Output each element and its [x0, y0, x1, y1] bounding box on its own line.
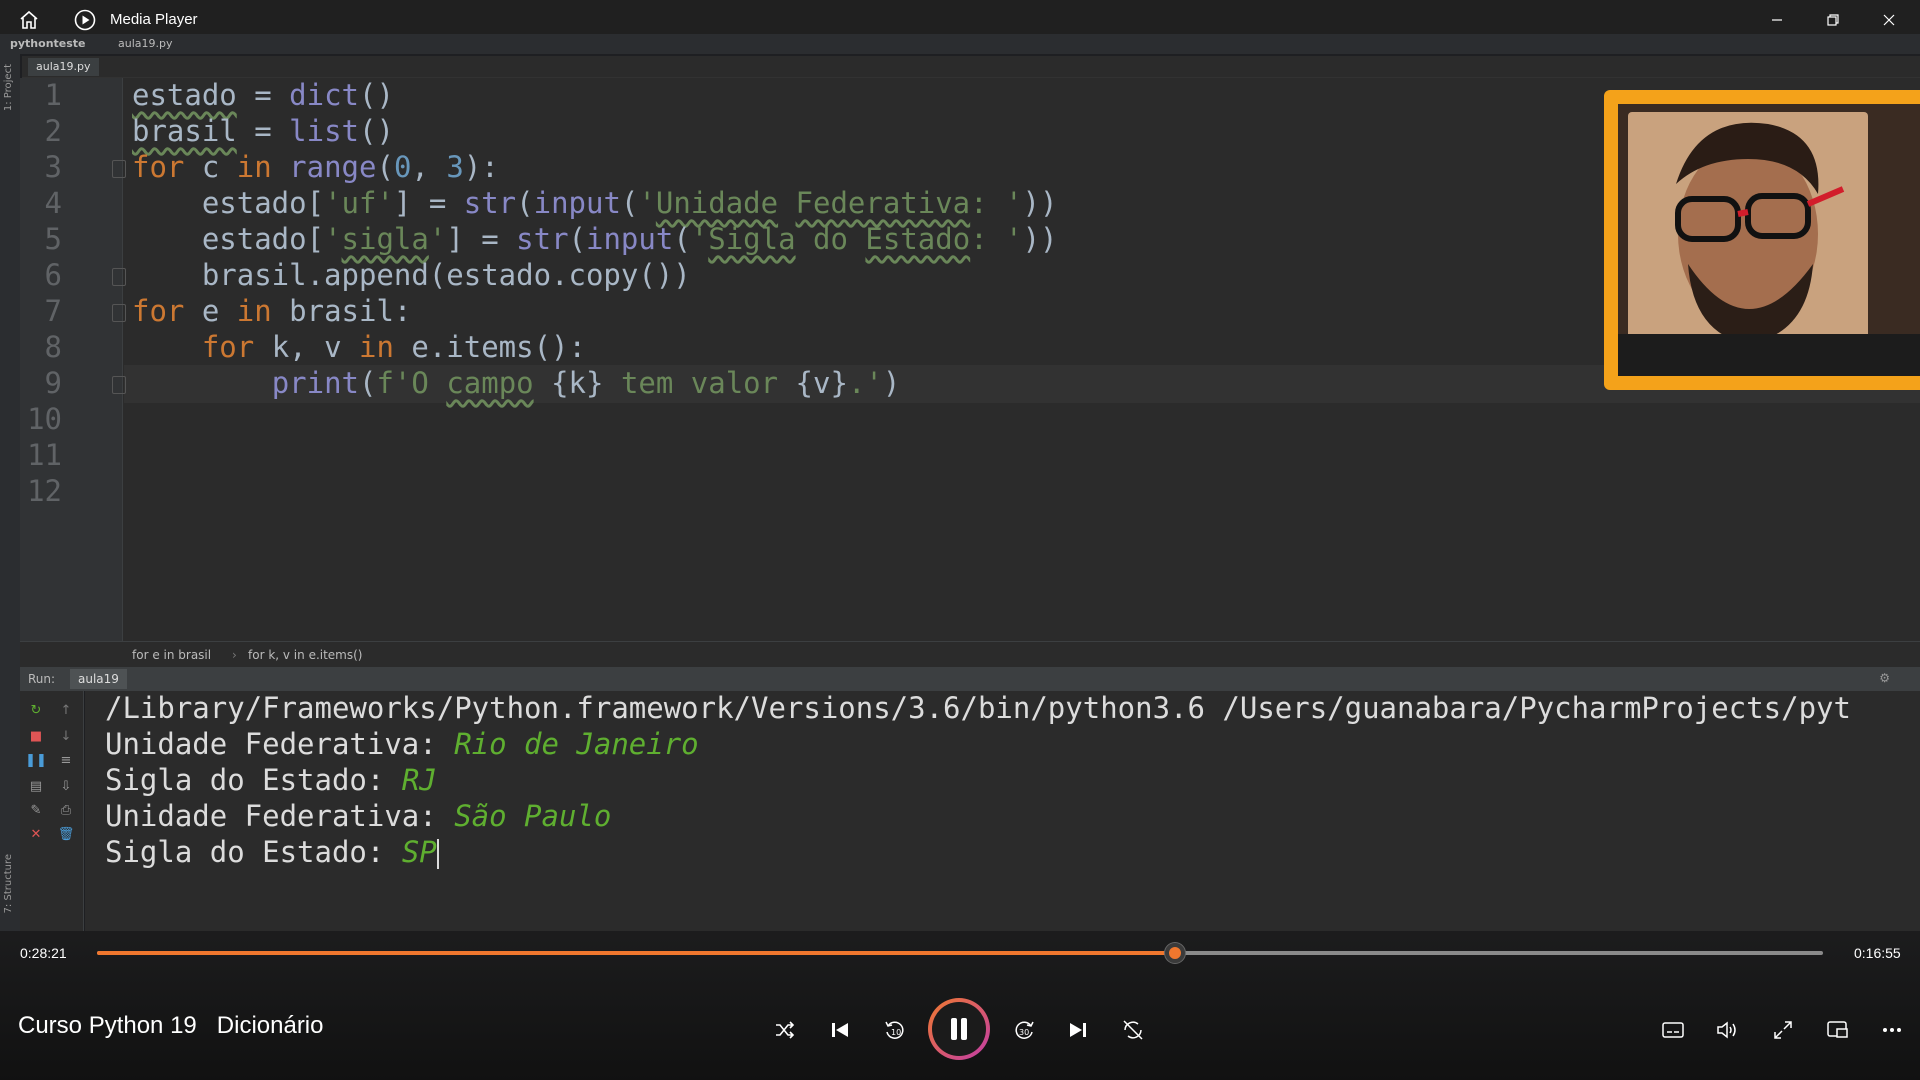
console-input: Rio de Janeiro — [454, 727, 699, 761]
subtitles-icon[interactable] — [1655, 1012, 1691, 1048]
code-line-8: for k, v in e.items(): — [201, 330, 586, 364]
shuffle-icon[interactable] — [767, 1012, 803, 1048]
next-icon[interactable] — [1060, 1012, 1096, 1048]
left-tool-strip: 1: Project 7: Structure — [0, 54, 20, 1024]
fullscreen-icon[interactable] — [1765, 1012, 1801, 1048]
line-number: 9 — [44, 366, 62, 400]
line-number: 3 — [44, 150, 62, 184]
editor-tabs: aula19.py — [22, 56, 1920, 78]
line-number: 1 — [44, 78, 62, 112]
console-line: Unidade Federativa: Rio de Janeiro — [105, 727, 699, 761]
tab-aula19[interactable]: aula19.py — [28, 58, 99, 76]
line-number: 5 — [44, 222, 62, 256]
console-prompt: Sigla do Estado: — [105, 835, 402, 869]
volume-icon[interactable] — [1710, 1012, 1746, 1048]
text-caret — [436, 839, 439, 869]
run-label: Run: — [28, 672, 56, 686]
code-line-5: estado['sigla'] = str(input('Sigla do Es… — [132, 222, 1058, 256]
svg-text:10: 10 — [891, 1028, 901, 1037]
svg-text:30: 30 — [1019, 1028, 1029, 1037]
run-panel-header: Run: aula19 ⚙ — [20, 667, 1920, 691]
scroll-to-end-icon[interactable]: ⇩ — [56, 777, 76, 795]
breadcrumb-item[interactable]: for k, v in e.items() — [248, 648, 363, 662]
code-line-1: estado = dict() — [132, 78, 394, 112]
scroll-down-icon[interactable]: ↓ — [56, 727, 76, 745]
repeat-off-icon[interactable] — [1115, 1012, 1151, 1048]
line-number: 7 — [44, 294, 62, 328]
fold-marker-icon[interactable] — [112, 304, 126, 322]
project-tool-label[interactable]: 1: Project — [3, 64, 14, 111]
console-prompt: Sigla do Estado: — [105, 763, 402, 797]
pause-button[interactable] — [928, 998, 990, 1060]
remaining-time: 0:16:55 — [1854, 945, 1901, 961]
file-breadcrumb[interactable]: aula19.py — [118, 37, 173, 50]
line-number: 11 — [27, 438, 62, 472]
window-title: Media Player — [110, 11, 198, 28]
console-input: SP — [401, 835, 437, 869]
code-breadcrumbs: for e in brasil › for k, v in e.items() — [20, 641, 1920, 667]
presenter-image — [1618, 122, 1920, 376]
dump-threads-icon[interactable]: ▤ — [26, 777, 46, 795]
breadcrumb-separator: › — [232, 648, 237, 662]
presenter-video — [1618, 104, 1920, 376]
fold-marker-icon[interactable] — [112, 160, 126, 178]
code-line-7: for e in brasil: — [132, 294, 412, 328]
media-title: Curso Python 19 Dicionário — [18, 1012, 324, 1039]
stop-icon[interactable]: ■ — [26, 727, 46, 745]
run-console[interactable]: /Library/Frameworks/Python.framework/Ver… — [85, 691, 1920, 931]
structure-tool-label[interactable]: 7: Structure — [3, 854, 14, 913]
code-line-9: print(f'O campo {k} tem valor {v}.') — [271, 366, 901, 400]
fold-marker-icon[interactable] — [112, 376, 126, 394]
forward-30-icon[interactable]: 30 — [1006, 1012, 1042, 1048]
line-number: 8 — [44, 330, 62, 364]
rerun-icon[interactable]: ↻ — [26, 701, 46, 719]
line-number: 12 — [27, 474, 62, 508]
code-line-2: brasil = list() — [132, 114, 394, 148]
line-number: 2 — [44, 114, 62, 148]
rewind-10-icon[interactable]: 10 — [877, 1012, 913, 1048]
webcam-overlay — [1604, 90, 1920, 390]
line-number-gutter: 1 2 3 4 5 6 7 8 9 10 11 12 — [20, 78, 123, 641]
console-input: RJ — [401, 763, 437, 797]
code-line-4: estado['uf'] = str(input('Unidade Federa… — [132, 186, 1058, 220]
console-line: Sigla do Estado: RJ — [105, 763, 437, 797]
run-tab-aula19[interactable]: aula19 — [70, 669, 127, 689]
print-icon[interactable]: ⎙ — [56, 801, 76, 819]
clear-all-icon[interactable]: 🗑 — [56, 825, 76, 843]
console-line: Unidade Federativa: São Paulo — [105, 799, 611, 833]
gear-icon[interactable]: ⚙ — [1879, 671, 1890, 685]
code-line-3: for c in range(0, 3): — [132, 150, 499, 184]
console-prompt: Unidade Federativa: — [105, 727, 455, 761]
project-breadcrumb[interactable]: pythonteste — [10, 37, 86, 50]
console-prompt: Unidade Federativa: — [105, 799, 455, 833]
line-number: 4 — [44, 186, 62, 220]
elapsed-time: 0:28:21 — [20, 945, 67, 961]
ide-navigation-bar: pythonteste aula19.py — [0, 34, 1920, 54]
run-toolbar: ↻ ■ ❚❚ ▤ ✎ ✕ ↑ ↓ ≡ ⇩ ⎙ 🗑 — [20, 691, 84, 931]
scroll-up-icon[interactable]: ↑ — [56, 701, 76, 719]
console-line: Sigla do Estado: SP — [105, 835, 439, 869]
more-icon[interactable] — [1874, 1012, 1910, 1048]
line-number: 10 — [27, 402, 62, 436]
mini-player-icon[interactable] — [1820, 1012, 1856, 1048]
soft-wrap-icon[interactable]: ≡ — [56, 751, 76, 769]
seek-thumb[interactable] — [1164, 943, 1185, 963]
pause-icon — [932, 1002, 986, 1056]
fold-marker-icon[interactable] — [112, 268, 126, 286]
console-command-line: /Library/Frameworks/Python.framework/Ver… — [105, 691, 1851, 725]
pin-icon[interactable]: ✎ — [26, 801, 46, 819]
seek-bar-progress — [97, 951, 1175, 955]
code-line-6: brasil.append(estado.copy()) — [132, 258, 691, 292]
close-run-icon[interactable]: ✕ — [26, 825, 46, 843]
breadcrumb-item[interactable]: for e in brasil — [132, 648, 211, 662]
seek-bar[interactable] — [97, 943, 1823, 963]
console-input: São Paulo — [454, 799, 612, 833]
pause-output-icon[interactable]: ❚❚ — [25, 751, 47, 769]
previous-icon[interactable] — [822, 1012, 858, 1048]
line-number: 6 — [44, 258, 62, 292]
